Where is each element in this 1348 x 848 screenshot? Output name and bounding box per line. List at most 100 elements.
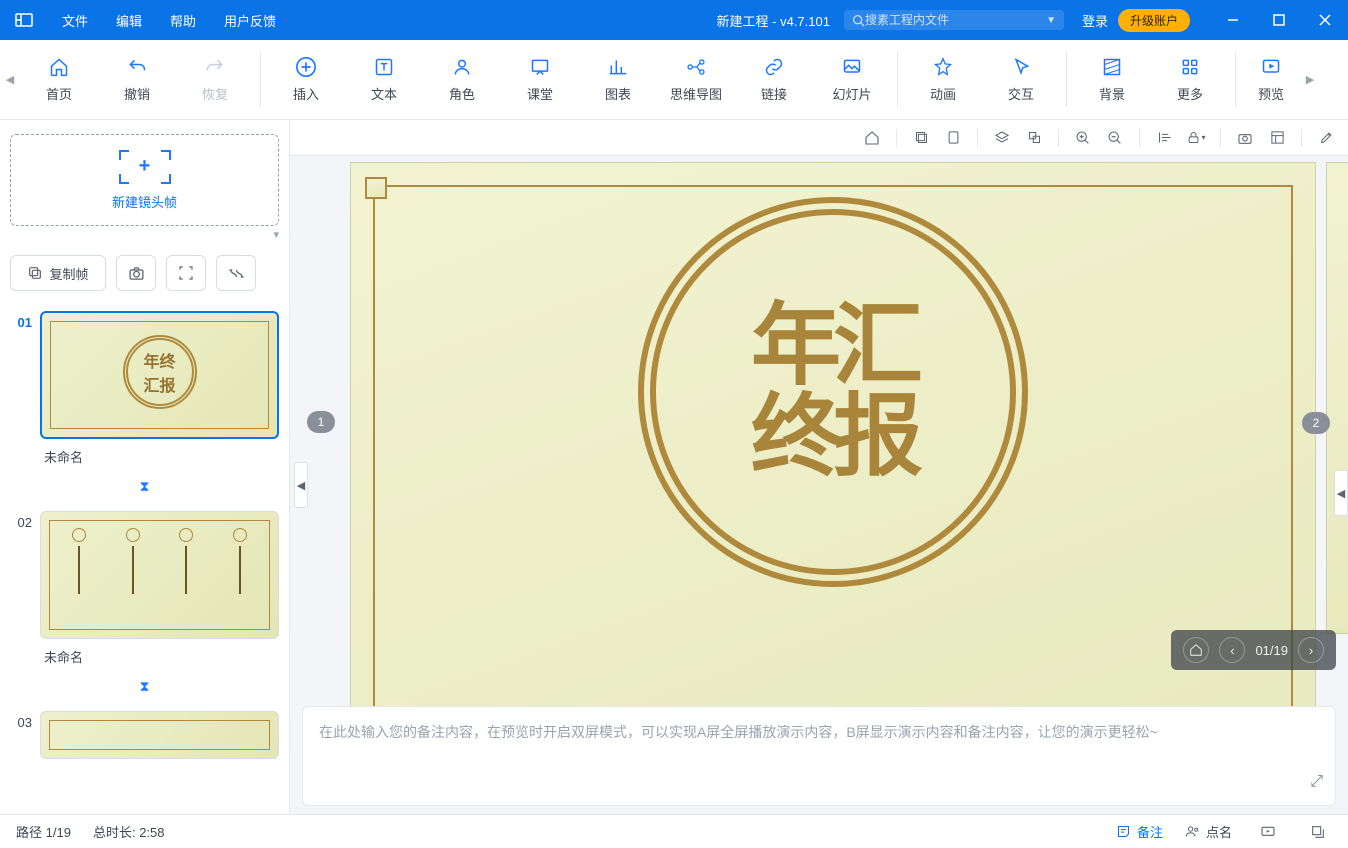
path-tool-button[interactable] bbox=[216, 255, 256, 291]
statusbar: 路径 1/19 总时长: 2:58 备注 点名 bbox=[0, 814, 1348, 848]
align-icon[interactable] bbox=[1152, 126, 1176, 150]
maximize-button[interactable] bbox=[1256, 0, 1302, 40]
link-icon bbox=[763, 56, 785, 78]
notes-placeholder: 在此处输入您的备注内容，在预览时开启双屏模式，可以实现A屏全屏播放演示内容，B屏… bbox=[319, 724, 1158, 740]
slide-number: 01 bbox=[10, 311, 32, 330]
search-input[interactable] bbox=[865, 13, 1025, 27]
menu-edit[interactable]: 编辑 bbox=[102, 0, 156, 40]
slide-thumbnail[interactable] bbox=[40, 511, 279, 639]
export-icon[interactable] bbox=[1304, 824, 1332, 840]
minimize-button[interactable] bbox=[1210, 0, 1256, 40]
lock-icon[interactable]: ▾ bbox=[1184, 126, 1208, 150]
pattern-icon bbox=[1101, 56, 1123, 78]
slide-item-01[interactable]: 01 年终汇报 未命名 bbox=[10, 311, 279, 468]
next-slide-badge[interactable]: 2 bbox=[1302, 412, 1330, 434]
slide-label: 未命名 bbox=[40, 639, 279, 668]
collapse-right-button[interactable]: ◀ bbox=[1334, 470, 1348, 516]
copy-icon bbox=[27, 265, 43, 281]
nav-counter: 01/19 bbox=[1255, 643, 1288, 658]
notes-area[interactable]: 在此处输入您的备注内容，在预览时开启双屏模式，可以实现A屏全屏播放演示内容，B屏… bbox=[302, 706, 1336, 806]
text-icon bbox=[373, 56, 395, 78]
role-button[interactable]: 角色 bbox=[423, 40, 501, 119]
insert-button[interactable]: 插入 bbox=[267, 40, 345, 119]
ribbon-scroll-left[interactable]: ◀ bbox=[0, 40, 20, 119]
app-logo-icon bbox=[12, 8, 36, 32]
menu-help[interactable]: 帮助 bbox=[156, 0, 210, 40]
home-button[interactable]: 首页 bbox=[20, 40, 98, 119]
paste-icon[interactable] bbox=[941, 126, 965, 150]
search-box[interactable]: ▼ bbox=[844, 10, 1064, 30]
nav-next-icon[interactable]: › bbox=[1298, 637, 1324, 663]
camera-tool-button[interactable] bbox=[116, 255, 156, 291]
snapshot-icon[interactable] bbox=[1233, 126, 1257, 150]
duplicate-icon[interactable] bbox=[1022, 126, 1046, 150]
undo-icon bbox=[126, 56, 148, 78]
undo-button[interactable]: 撤销 bbox=[98, 40, 176, 119]
slide-thumbnail[interactable]: 年终汇报 bbox=[40, 311, 279, 439]
upgrade-button[interactable]: 升级账户 bbox=[1118, 9, 1190, 32]
prev-slide-badge[interactable]: 1 bbox=[307, 411, 335, 433]
collapse-left-button[interactable]: ◀ bbox=[294, 462, 308, 508]
person-icon bbox=[451, 56, 473, 78]
nav-home-icon[interactable] bbox=[1183, 637, 1209, 663]
notes-toggle[interactable]: 备注 bbox=[1116, 822, 1163, 841]
chevron-down-icon[interactable]: ▼ bbox=[1046, 15, 1056, 26]
more-button[interactable]: 更多 bbox=[1151, 40, 1229, 119]
redo-icon bbox=[204, 56, 226, 78]
present-mode-icon[interactable] bbox=[1254, 824, 1282, 840]
slide-button[interactable]: 幻灯片 bbox=[813, 40, 891, 119]
chart-button[interactable]: 图表 bbox=[579, 40, 657, 119]
image-icon bbox=[841, 56, 863, 78]
scan-icon bbox=[178, 265, 194, 281]
menu-file[interactable]: 文件 bbox=[48, 0, 102, 40]
zoom-out-icon[interactable] bbox=[1103, 126, 1127, 150]
slide-panel: + 新建镜头帧 ▾ 复制帧 01 年终汇报 未命名 bbox=[0, 120, 290, 814]
ribbon-scroll-right[interactable]: ▶ bbox=[1300, 40, 1320, 119]
expand-icon[interactable]: ⤢ bbox=[1310, 768, 1323, 795]
slide-item-02[interactable]: 02 未命名 bbox=[10, 511, 279, 668]
login-button[interactable]: 登录 bbox=[1082, 11, 1108, 30]
background-button[interactable]: 背景 bbox=[1073, 40, 1151, 119]
home-view-icon[interactable] bbox=[860, 126, 884, 150]
layout-icon[interactable] bbox=[1265, 126, 1289, 150]
note-icon bbox=[1116, 824, 1131, 839]
menu-feedback[interactable]: 用户反馈 bbox=[210, 0, 290, 40]
close-button[interactable] bbox=[1302, 0, 1348, 40]
slide-label: 未命名 bbox=[40, 439, 279, 468]
edit-icon[interactable] bbox=[1314, 126, 1338, 150]
new-frame-icon: + bbox=[119, 150, 171, 184]
transition-icon[interactable]: ⧗ bbox=[10, 678, 279, 695]
copy-icon[interactable] bbox=[909, 126, 933, 150]
link-button[interactable]: 链接 bbox=[735, 40, 813, 119]
slide-item-03[interactable]: 03 bbox=[10, 711, 279, 759]
search-icon bbox=[852, 14, 865, 27]
layers-icon[interactable] bbox=[990, 126, 1014, 150]
canvas-area: ▾ ◀ 年汇终报 汇报人：Focusky 1 2 ◀ ‹ 01/19 › bbox=[290, 120, 1348, 814]
camera-icon bbox=[128, 265, 145, 282]
plus-circle-icon bbox=[295, 56, 317, 78]
slide-thumbnail[interactable] bbox=[40, 711, 279, 759]
star-icon bbox=[932, 56, 954, 78]
new-frame-label: 新建镜头帧 bbox=[112, 192, 177, 211]
mindmap-icon bbox=[685, 56, 707, 78]
roll-call-button[interactable]: 点名 bbox=[1185, 822, 1232, 841]
new-frame-dropdown[interactable]: ▾ bbox=[10, 228, 279, 241]
transition-icon[interactable]: ⧗ bbox=[10, 478, 279, 495]
copy-frame-button[interactable]: 复制帧 bbox=[10, 255, 106, 291]
zoom-in-icon[interactable] bbox=[1071, 126, 1095, 150]
window-title: 新建工程 - v4.7.101 bbox=[717, 11, 830, 30]
next-slide-preview[interactable] bbox=[1326, 162, 1348, 634]
class-button[interactable]: 课堂 bbox=[501, 40, 579, 119]
new-frame-button[interactable]: + 新建镜头帧 bbox=[10, 134, 279, 226]
animation-button[interactable]: 动画 bbox=[904, 40, 982, 119]
preview-button[interactable]: 预览 bbox=[1242, 40, 1300, 119]
titlebar: 文件 编辑 帮助 用户反馈 新建工程 - v4.7.101 ▼ 登录 升级账户 bbox=[0, 0, 1348, 40]
interact-button[interactable]: 交互 bbox=[982, 40, 1060, 119]
text-button[interactable]: 文本 bbox=[345, 40, 423, 119]
redo-button[interactable]: 恢复 bbox=[176, 40, 254, 119]
scan-tool-button[interactable] bbox=[166, 255, 206, 291]
nav-prev-icon[interactable]: ‹ bbox=[1219, 637, 1245, 663]
mindmap-button[interactable]: 思维导图 bbox=[657, 40, 735, 119]
cursor-icon bbox=[1010, 56, 1032, 78]
path-label: 路径 1/19 bbox=[16, 822, 71, 841]
